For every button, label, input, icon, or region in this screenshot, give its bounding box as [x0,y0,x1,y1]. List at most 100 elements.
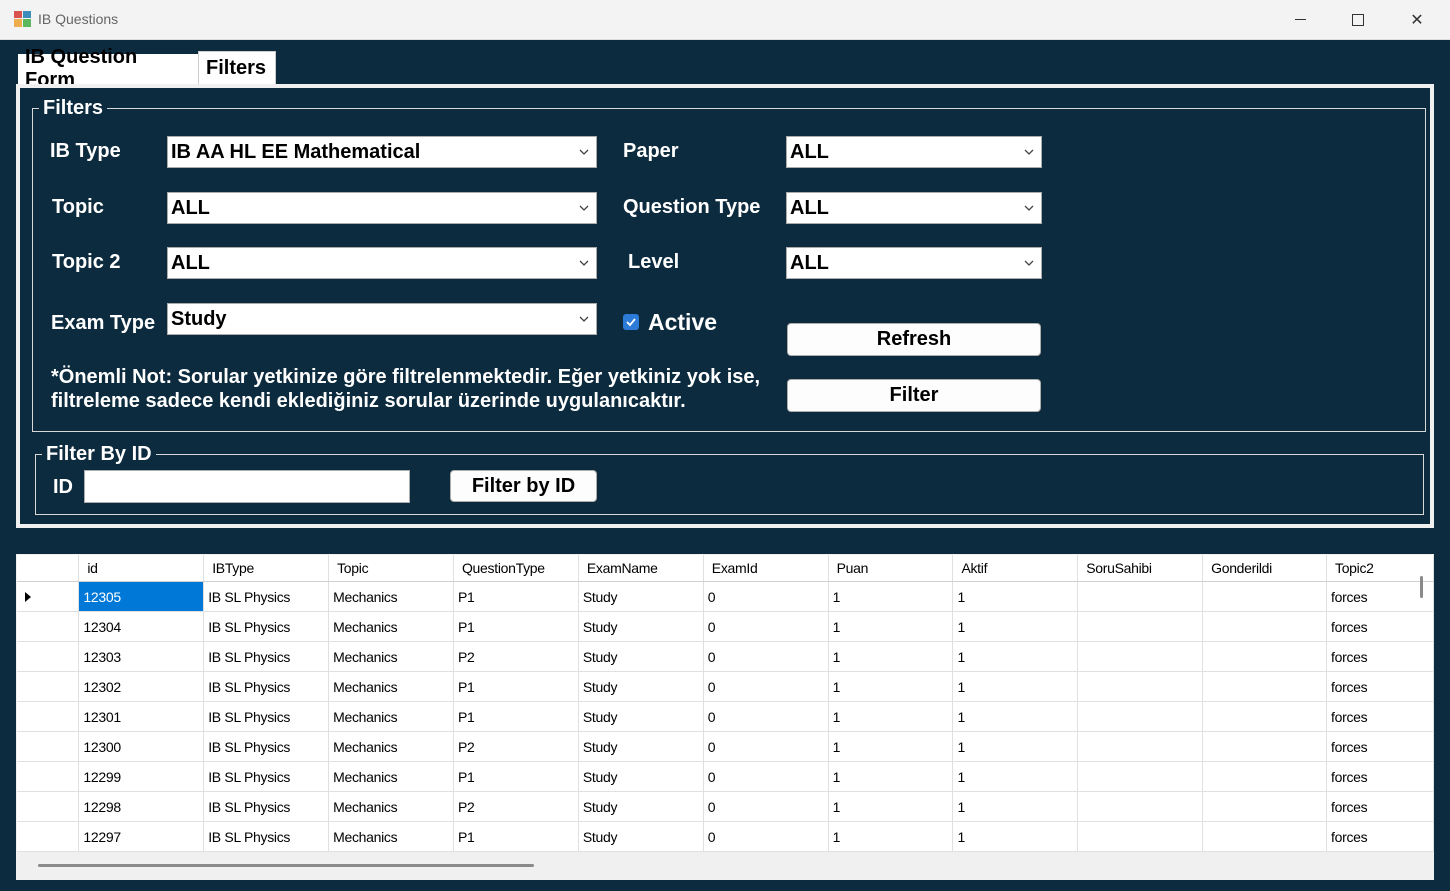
topic-select[interactable]: ALL [167,192,597,224]
table-cell-id[interactable]: 12302 [78,671,205,702]
table-cell-puan[interactable]: 1 [828,761,954,792]
column-header[interactable]: IBType [203,555,330,582]
column-header[interactable]: Gonderildi [1202,555,1327,582]
table-cell-examname[interactable]: Study [578,701,704,732]
question-type-select[interactable]: ALL [786,192,1042,224]
questions-data-grid[interactable]: id IBType Topic QuestionType ExamName Ex… [16,554,1434,880]
close-button[interactable]: ✕ [1388,0,1446,39]
active-checkbox[interactable] [623,314,639,330]
active-label[interactable]: Active [648,309,717,335]
table-cell-id[interactable]: 12304 [78,611,205,642]
table-cell-questiontype[interactable]: P1 [453,821,579,852]
table-row[interactable]: 12298 IB SL Physics Mechanics P2 Study 0 1 1 for… [17,791,1434,822]
table-cell-id[interactable]: 12299 [78,761,205,792]
tab-ib-question-form[interactable]: IB Question Form [18,46,198,91]
table-cell-puan[interactable]: 1 [828,731,954,762]
table-row[interactable]: 12300 IB SL Physics Mechanics P2 Study 0 1 1 for… [17,731,1434,762]
table-cell-examname[interactable]: Study [578,581,704,612]
table-cell-examid[interactable]: 0 [703,641,829,672]
table-cell-examid[interactable]: 0 [703,701,829,732]
table-cell-id[interactable]: 12305 [78,581,205,612]
table-cell-gonderildi[interactable] [1202,641,1327,672]
row-header[interactable] [17,791,80,822]
horizontal-scroll-thumb[interactable] [38,864,534,867]
table-cell-topic[interactable]: Mechanics [328,581,454,612]
column-header[interactable]: SoruSahibi [1077,555,1204,582]
table-cell-ibtype[interactable]: IB SL Physics [203,701,330,732]
table-cell-topic[interactable]: Mechanics [328,761,454,792]
table-cell-topic2[interactable]: forces [1326,701,1434,732]
table-cell-gonderildi[interactable] [1202,791,1327,822]
table-cell-gonderildi[interactable] [1202,701,1327,732]
table-cell-aktif[interactable]: 1 [952,791,1079,822]
column-header[interactable]: Topic [328,555,454,582]
table-cell-ibtype[interactable]: IB SL Physics [203,581,330,612]
table-cell-ibtype[interactable]: IB SL Physics [203,821,330,852]
table-cell-sorusahibi[interactable] [1077,641,1204,672]
table-row[interactable]: 12304 IB SL Physics Mechanics P1 Study 0 1 1 for… [17,611,1434,642]
table-cell-examid[interactable]: 0 [703,581,829,612]
table-cell-examname[interactable]: Study [578,611,704,642]
table-cell-puan[interactable]: 1 [828,701,954,732]
table-cell-topic[interactable]: Mechanics [328,791,454,822]
table-cell-examid[interactable]: 0 [703,731,829,762]
table-cell-id[interactable]: 12301 [78,701,205,732]
table-cell-examname[interactable]: Study [578,731,704,762]
table-cell-questiontype[interactable]: P2 [453,791,579,822]
table-cell-aktif[interactable]: 1 [952,641,1079,672]
table-row[interactable]: 12305 IB SL Physics Mechanics P1 Study 0 1 1 for… [17,581,1434,612]
tab-filters[interactable]: Filters [198,51,276,84]
table-cell-aktif[interactable]: 1 [952,701,1079,732]
table-cell-sorusahibi[interactable] [1077,701,1204,732]
table-cell-examid[interactable]: 0 [703,611,829,642]
table-cell-ibtype[interactable]: IB SL Physics [203,611,330,642]
table-cell-sorusahibi[interactable] [1077,821,1204,852]
table-cell-ibtype[interactable]: IB SL Physics [203,761,330,792]
paper-select[interactable]: ALL [786,136,1042,168]
table-cell-examid[interactable]: 0 [703,671,829,702]
table-cell-gonderildi[interactable] [1202,821,1327,852]
table-cell-aktif[interactable]: 1 [952,611,1079,642]
table-cell-sorusahibi[interactable] [1077,761,1204,792]
table-row[interactable]: 12297 IB SL Physics Mechanics P1 Study 0 1 1 for… [17,821,1434,852]
row-header[interactable] [17,581,80,612]
level-select[interactable]: ALL [786,247,1042,279]
table-cell-examname[interactable]: Study [578,671,704,702]
table-cell-sorusahibi[interactable] [1077,731,1204,762]
table-cell-sorusahibi[interactable] [1077,611,1204,642]
table-cell-topic2[interactable]: forces [1326,761,1434,792]
table-row[interactable]: 12302 IB SL Physics Mechanics P1 Study 0 1 1 for… [17,671,1434,702]
column-header[interactable]: QuestionType [453,555,579,582]
column-header[interactable]: id [78,555,205,582]
maximize-button[interactable] [1329,0,1387,39]
table-cell-questiontype[interactable]: P1 [453,671,579,702]
column-header[interactable]: Aktif [952,555,1079,582]
table-cell-topic[interactable]: Mechanics [328,731,454,762]
refresh-button[interactable]: Refresh [787,323,1041,356]
filter-by-id-button[interactable]: Filter by ID [450,470,597,502]
table-cell-gonderildi[interactable] [1202,671,1327,702]
row-header[interactable] [17,641,80,672]
table-cell-examid[interactable]: 0 [703,761,829,792]
table-cell-questiontype[interactable]: P1 [453,581,579,612]
id-input[interactable] [84,470,410,503]
table-cell-aktif[interactable]: 1 [952,821,1079,852]
table-cell-questiontype[interactable]: P1 [453,611,579,642]
table-cell-examname[interactable]: Study [578,641,704,672]
row-header[interactable] [17,611,80,642]
table-cell-examid[interactable]: 0 [703,791,829,822]
column-header[interactable]: Puan [828,555,954,582]
table-cell-gonderildi[interactable] [1202,581,1327,612]
table-cell-questiontype[interactable]: P1 [453,701,579,732]
table-cell-topic[interactable]: Mechanics [328,641,454,672]
topic2-select[interactable]: ALL [167,247,597,279]
table-cell-examid[interactable]: 0 [703,821,829,852]
table-cell-gonderildi[interactable] [1202,761,1327,792]
table-cell-puan[interactable]: 1 [828,671,954,702]
row-header[interactable] [17,671,80,702]
table-cell-topic2[interactable]: forces [1326,821,1434,852]
ib-type-select[interactable]: IB AA HL EE Mathematical [167,136,597,168]
vertical-scrollbar[interactable] [1420,576,1423,598]
table-cell-sorusahibi[interactable] [1077,791,1204,822]
table-cell-ibtype[interactable]: IB SL Physics [203,641,330,672]
